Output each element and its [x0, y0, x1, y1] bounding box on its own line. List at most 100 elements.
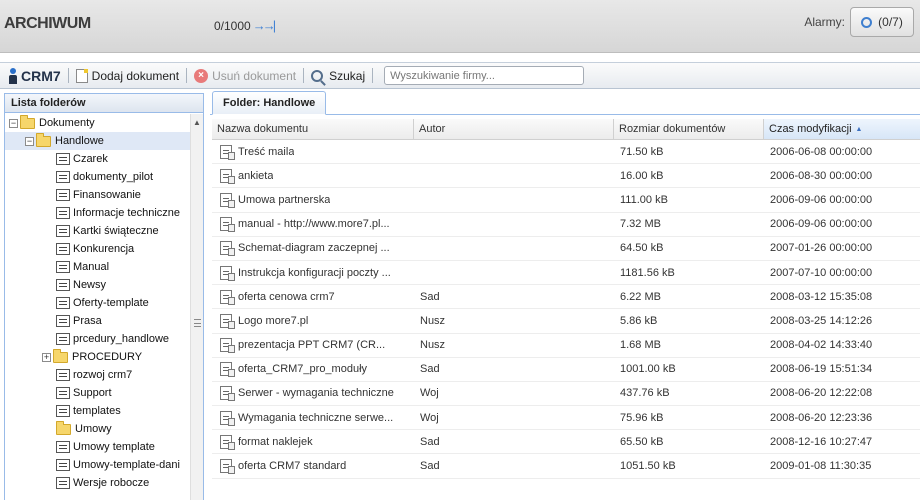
- folder-open-icon: [20, 114, 35, 129]
- tree-item[interactable]: Oferty-template: [5, 294, 191, 312]
- cell-modified: 2009-01-08 11:30:35: [770, 460, 872, 473]
- tree-item-label: Kartki świąteczne: [73, 225, 159, 237]
- document-icon: [220, 410, 235, 426]
- cell-size: 65.50 kB: [620, 435, 664, 448]
- tree-item-label: Informacje techniczne: [73, 207, 180, 219]
- column-header-modified-label: Czas modyfikacji: [769, 123, 852, 135]
- document-name: ankieta: [238, 169, 274, 182]
- tree-item-label: Oferty-template: [73, 297, 149, 309]
- folder-panel: Lista folderów − Dokumenty − Handlowe Cz…: [4, 93, 204, 500]
- column-header-size[interactable]: Rozmiar dokumentów: [614, 119, 764, 139]
- tree-item-root[interactable]: − Dokumenty: [5, 114, 191, 132]
- tree-item[interactable]: templates: [5, 402, 191, 420]
- cell-name: prezentacja PPT CRM7 (CR...: [212, 334, 414, 357]
- new-document-icon: [75, 68, 88, 83]
- table-row[interactable]: manual - http://www.more7.pl... 7.32 MB 20…: [212, 213, 920, 237]
- cell-size: 75.96 kB: [620, 411, 664, 424]
- table-row[interactable]: Umowa partnerska 111.00 kB 2006-09-06 00:0…: [212, 188, 920, 213]
- cell-author: [414, 188, 614, 211]
- delete-document-button[interactable]: × Usuń dokument: [194, 68, 296, 83]
- cell-name: Schemat-diagram zaczepnej ...: [212, 237, 414, 260]
- document-icon: [220, 241, 235, 257]
- column-header-author[interactable]: Autor: [414, 119, 614, 139]
- collapse-icon[interactable]: −: [25, 136, 34, 146]
- tree-item[interactable]: Konkurencja: [5, 240, 191, 258]
- add-document-button[interactable]: Dodaj dokument: [75, 68, 179, 83]
- cell-size: 1181.56 kB: [620, 266, 675, 279]
- table-row[interactable]: oferta_CRM7_pro_moduły Sad 1001.00 kB 2008-…: [212, 358, 920, 382]
- cell-name: oferta cenowa crm7: [212, 285, 414, 308]
- tree-item[interactable]: rozwoj crm7: [5, 366, 191, 384]
- cell-author: [414, 164, 614, 187]
- document-icon: [220, 217, 235, 233]
- alarms-button[interactable]: (0/7): [850, 7, 914, 37]
- document-icon: [220, 362, 235, 378]
- cell-modified: 2008-03-12 15:35:08: [770, 290, 873, 303]
- document-icon: [220, 192, 235, 208]
- tree-item-selected[interactable]: − Handlowe: [5, 132, 191, 150]
- tree-item[interactable]: prcedury_handlowe: [5, 330, 191, 348]
- collapse-icon[interactable]: −: [9, 118, 18, 128]
- tree-item[interactable]: dokumenty_pilot: [5, 168, 191, 186]
- tree-item[interactable]: Finansowanie: [5, 186, 191, 204]
- cell-author: [414, 213, 614, 236]
- table-row[interactable]: format naklejek Sad 65.50 kB 2008-12-16 10:…: [212, 430, 920, 455]
- folder-scrollbar[interactable]: ▲: [190, 114, 203, 500]
- cell-modified: 2008-06-20 12:23:36: [770, 411, 873, 424]
- cell-author: Nusz: [420, 339, 446, 352]
- tree-item-label: Umowy template: [73, 441, 155, 453]
- tab-folder[interactable]: Folder: Handlowe: [212, 91, 327, 115]
- table-row[interactable]: oferta CRM7 standard Sad 1051.50 kB 2009-01…: [212, 454, 920, 479]
- tree-item[interactable]: Newsy: [5, 276, 191, 294]
- tree-item[interactable]: Support: [5, 384, 191, 402]
- document-list-icon: [56, 405, 70, 417]
- table-row[interactable]: oferta cenowa crm7 Sad 6.22 MB 2008-03-12 1…: [212, 285, 920, 310]
- document-name: oferta cenowa crm7: [238, 290, 335, 303]
- document-name: Wymagania techniczne serwe...: [238, 411, 394, 424]
- documents-grid: Nazwa dokumentu Autor Rozmiar dokumentów…: [212, 119, 920, 479]
- cell-size: 111.00 kB: [620, 193, 668, 206]
- tree-item[interactable]: Umowy: [5, 420, 191, 438]
- table-row[interactable]: Instrukcja konfiguracji poczty ... 1181.5…: [212, 261, 920, 286]
- table-row[interactable]: Schemat-diagram zaczepnej ... 64.50 kB 200…: [212, 237, 920, 261]
- column-header-modified[interactable]: Czas modyfikacji ▲: [764, 119, 920, 139]
- tree-item-label: Prasa: [73, 315, 102, 327]
- tree-item[interactable]: Informacje techniczne: [5, 204, 191, 222]
- cell-modified: 2008-06-20 12:22:08: [770, 387, 873, 400]
- cell-modified: 2007-07-10 00:00:00: [770, 266, 873, 279]
- top-header: ARCHIWUM 0/1000 →→| Alarmy: (0/7): [0, 0, 920, 53]
- tree-item[interactable]: Manual: [5, 258, 191, 276]
- document-name: Umowa partnerska: [238, 193, 331, 206]
- search-button[interactable]: Szukaj: [311, 69, 365, 83]
- tree-item[interactable]: Czarek: [5, 150, 191, 168]
- tree-item[interactable]: Prasa: [5, 312, 191, 330]
- tree-item[interactable]: Wersje robocze: [5, 474, 191, 492]
- tree-item[interactable]: + PROCEDURY: [5, 348, 191, 366]
- folder-panel-title: Lista folderów: [5, 94, 203, 113]
- table-row[interactable]: Logo more7.pl Nusz 5.86 kB 2008-03-25 14:12…: [212, 309, 920, 334]
- tree-item[interactable]: Kartki świąteczne: [5, 222, 191, 240]
- cell-modified: 2006-09-06 00:00:00: [770, 193, 873, 206]
- tree-item[interactable]: Umowy-template-dani: [5, 456, 191, 474]
- table-row[interactable]: prezentacja PPT CRM7 (CR... Nusz 1.68 MB 20…: [212, 334, 920, 358]
- cell-author: [414, 237, 614, 260]
- company-search-input[interactable]: [384, 66, 585, 85]
- cell-size: 437.76 kB: [620, 387, 670, 400]
- scroll-up-icon[interactable]: ▲: [193, 118, 201, 127]
- table-row[interactable]: Treść maila 71.50 kB 2006-06-08 00:00:00: [212, 140, 920, 165]
- cell-name: Logo more7.pl: [212, 309, 414, 332]
- tree-item-label: Support: [73, 387, 112, 399]
- tree-item[interactable]: Umowy template: [5, 438, 191, 456]
- alarms-label: Alarmy:: [804, 15, 845, 29]
- table-row[interactable]: ankieta 16.00 kB 2006-08-30 00:00:00: [212, 164, 920, 189]
- scroll-grip-icon[interactable]: [194, 319, 201, 327]
- table-row[interactable]: Wymagania techniczne serwe... Woj 75.96 kB…: [212, 406, 920, 431]
- folder-open-icon: [36, 132, 51, 147]
- search-label: Szukaj: [329, 68, 366, 83]
- column-header-name[interactable]: Nazwa dokumentu: [212, 119, 414, 139]
- expand-icon[interactable]: +: [42, 352, 51, 362]
- document-icon: [220, 459, 235, 475]
- fast-forward-icon[interactable]: →→|: [253, 18, 276, 33]
- table-row[interactable]: Serwer - wymagania techniczne Woj 437.76 k…: [212, 382, 920, 407]
- main-toolbar: CRM7 Dodaj dokument × Usuń dokument Szuk…: [0, 62, 920, 89]
